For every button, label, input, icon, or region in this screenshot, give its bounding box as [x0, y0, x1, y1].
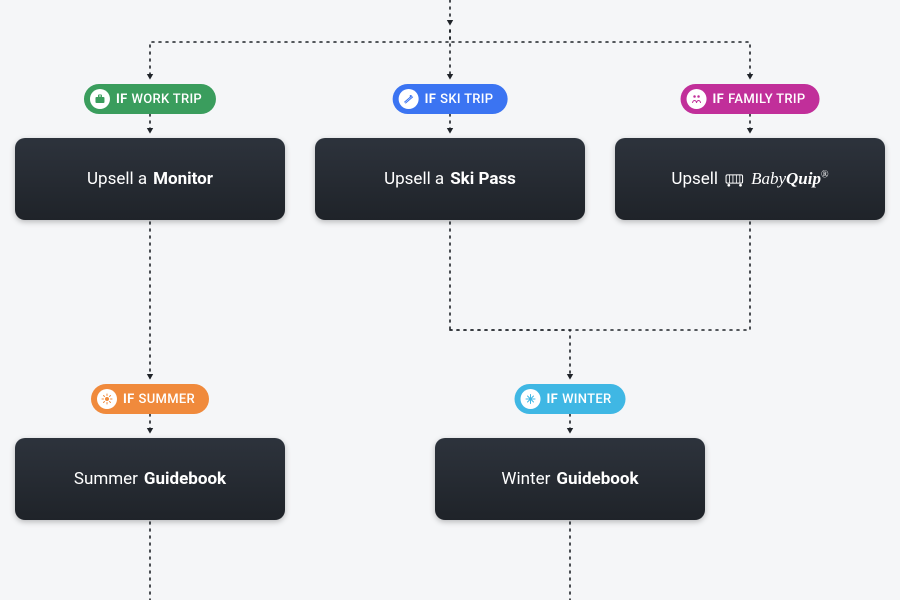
action-card-upsell-ski-pass: Upsell a Ski Pass	[315, 138, 585, 220]
brand-part-2: Quip	[786, 169, 821, 188]
brand-suffix: ®	[821, 169, 829, 180]
card-prefix: Winter	[501, 469, 550, 489]
crib-icon	[724, 170, 746, 188]
pill-if-label: IF	[425, 92, 437, 107]
card-prefix: Upsell a	[384, 169, 444, 189]
action-card-summer-guidebook: Summer Guidebook	[15, 438, 285, 520]
card-bold: Guidebook	[144, 469, 226, 489]
pill-condition-label: WINTER	[562, 392, 611, 407]
pill-condition-label: WORK TRIP	[132, 92, 203, 107]
ski-icon	[399, 89, 419, 109]
card-prefix: Upsell a	[87, 169, 147, 189]
pill-if-label: IF	[116, 92, 128, 107]
action-card-upsell-monitor: Upsell a Monitor	[15, 138, 285, 220]
card-bold: Guidebook	[556, 469, 638, 489]
snowflake-icon	[521, 389, 541, 409]
pill-if-label: IF	[547, 392, 559, 407]
action-card-upsell-babyquip: Upsell BabyQuip®	[615, 138, 885, 220]
pill-condition-label: SUMMER	[139, 392, 195, 407]
condition-pill-winter: IF WINTER	[515, 384, 626, 414]
pill-condition-label: FAMILY TRIP	[728, 92, 805, 107]
pill-condition-label: SKI TRIP	[440, 92, 493, 107]
family-icon	[687, 89, 707, 109]
card-prefix: Upsell	[671, 169, 718, 189]
action-card-winter-guidebook: Winter Guidebook	[435, 438, 705, 520]
condition-pill-work-trip: IF WORK TRIP	[84, 84, 216, 114]
condition-pill-family-trip: IF FAMILY TRIP	[681, 84, 820, 114]
condition-pill-ski-trip: IF SKI TRIP	[393, 84, 508, 114]
babyquip-brand: BabyQuip®	[724, 169, 829, 189]
pill-if-label: IF	[123, 392, 135, 407]
card-bold: Monitor	[153, 169, 213, 189]
condition-pill-summer: IF SUMMER	[91, 384, 209, 414]
briefcase-icon	[90, 89, 110, 109]
card-bold: Ski Pass	[450, 169, 516, 189]
pill-if-label: IF	[713, 92, 725, 107]
sun-icon	[97, 389, 117, 409]
brand-part-1: Baby	[751, 169, 786, 188]
card-prefix: Summer	[74, 469, 138, 489]
